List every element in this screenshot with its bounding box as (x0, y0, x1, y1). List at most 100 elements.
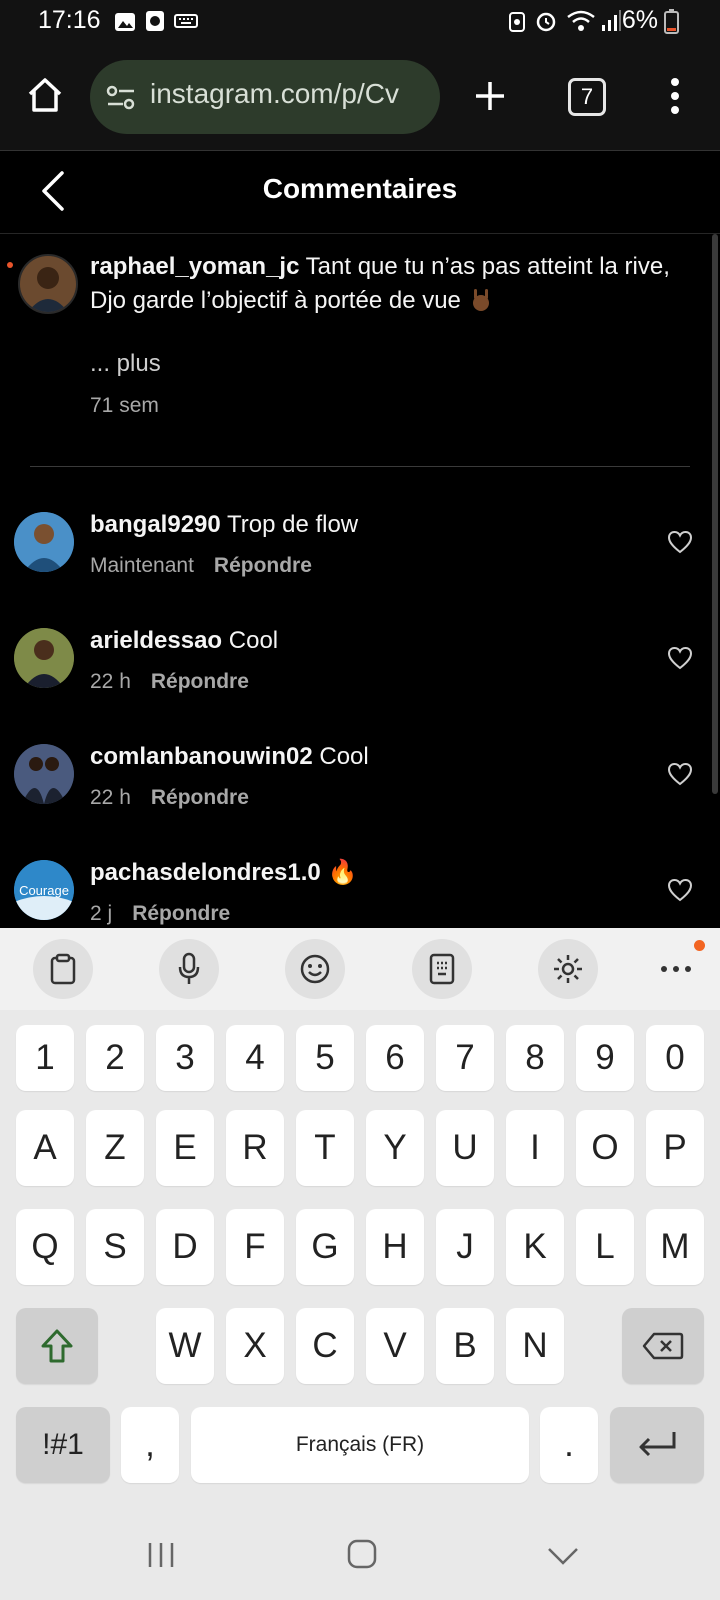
key-6[interactable]: 6 (366, 1025, 424, 1091)
key-l[interactable]: L (576, 1209, 634, 1285)
key-g[interactable]: G (296, 1209, 354, 1285)
key-3[interactable]: 3 (156, 1025, 214, 1091)
comment-text: Trop de flow (226, 511, 359, 538)
status-time: 17:16 (38, 6, 101, 34)
key-q[interactable]: Q (16, 1209, 74, 1285)
comment-avatar[interactable] (14, 512, 74, 572)
keyboard: 1 2 3 4 5 6 7 8 9 0 A Z E R T Y U I O P … (0, 928, 720, 1600)
key-y[interactable]: Y (366, 1110, 424, 1186)
reply-button[interactable]: Répondre (151, 786, 249, 809)
caption-username[interactable]: raphael_yoman_jc (90, 253, 299, 280)
home-nav-icon[interactable] (346, 1538, 378, 1570)
profile-photo (20, 256, 76, 312)
shift-key[interactable] (16, 1308, 98, 1384)
address-bar[interactable]: instagram.com/p/Cv (90, 60, 440, 134)
backspace-key[interactable] (622, 1308, 704, 1384)
caption-avatar[interactable] (18, 254, 78, 314)
key-k[interactable]: K (506, 1209, 564, 1285)
profile-photo (14, 744, 74, 804)
symbols-key[interactable]: !#1 (16, 1407, 110, 1483)
comment-avatar[interactable]: Courage (14, 860, 74, 920)
clipboard-button[interactable] (33, 939, 93, 999)
comment-username[interactable]: arieldessao (90, 627, 222, 654)
key-8[interactable]: 8 (506, 1025, 564, 1091)
comment-meta: Maintenant Répondre (90, 554, 312, 578)
key-f[interactable]: F (226, 1209, 284, 1285)
key-s[interactable]: S (86, 1209, 144, 1285)
comment-username[interactable]: bangal9290 (90, 511, 221, 538)
scrollbar[interactable] (712, 234, 718, 794)
browser-toolbar: instagram.com/p/Cv 7 (0, 44, 720, 151)
site-settings-icon[interactable] (106, 84, 136, 112)
key-d[interactable]: D (156, 1209, 214, 1285)
keyboard-settings-button[interactable] (538, 939, 598, 999)
comment-time: 22 h (90, 786, 131, 809)
key-x[interactable]: X (226, 1308, 284, 1384)
voice-input-button[interactable] (159, 939, 219, 999)
comments-list[interactable]: raphael_yoman_jc Tant que tu n’as pas at… (0, 234, 720, 928)
more-tools-icon[interactable] (660, 964, 692, 974)
key-i[interactable]: I (506, 1110, 564, 1186)
comment-username[interactable]: pachasdelondres1.0 (90, 859, 321, 886)
heart-icon[interactable] (667, 878, 693, 902)
comment-avatar[interactable] (14, 744, 74, 804)
key-a[interactable]: A (16, 1110, 74, 1186)
comment-time: Maintenant (90, 554, 194, 577)
key-7[interactable]: 7 (436, 1025, 494, 1091)
key-t[interactable]: T (296, 1110, 354, 1186)
comment-username[interactable]: comlanbanouwin02 (90, 743, 313, 770)
key-j[interactable]: J (436, 1209, 494, 1285)
hide-keyboard-icon[interactable] (546, 1546, 580, 1566)
comment-time: 22 h (90, 670, 131, 693)
key-v[interactable]: V (366, 1308, 424, 1384)
heart-icon[interactable] (667, 762, 693, 786)
home-icon[interactable] (26, 76, 64, 114)
key-4[interactable]: 4 (226, 1025, 284, 1091)
enter-icon (639, 1432, 676, 1457)
new-tab-icon[interactable] (474, 80, 506, 112)
comment-item: Courage pachasdelondres1.0 🔥 2 j Répondre (0, 852, 720, 928)
key-u[interactable]: U (436, 1110, 494, 1186)
status-bar: 17:16 6% (0, 0, 720, 44)
tab-switcher-button[interactable]: 7 (568, 78, 606, 116)
key-9[interactable]: 9 (576, 1025, 634, 1091)
key-h[interactable]: H (366, 1209, 424, 1285)
key-c[interactable]: C (296, 1308, 354, 1384)
letter-row-3: W X C V B N (0, 1308, 720, 1388)
key-n[interactable]: N (506, 1308, 564, 1384)
key-o[interactable]: O (576, 1110, 634, 1186)
reply-button[interactable]: Répondre (214, 554, 312, 577)
comma-key[interactable]: , (121, 1407, 179, 1483)
reply-button[interactable]: Répondre (151, 670, 249, 693)
letter-row-1: A Z E R T Y U I O P (0, 1110, 720, 1190)
wifi-icon (567, 10, 595, 31)
key-0[interactable]: 0 (646, 1025, 704, 1091)
comment-text: 🔥 (327, 859, 358, 886)
key-z[interactable]: Z (86, 1110, 144, 1186)
heart-icon[interactable] (667, 530, 693, 554)
key-5[interactable]: 5 (296, 1025, 354, 1091)
comment-avatar[interactable] (14, 628, 74, 688)
reply-button[interactable]: Répondre (132, 902, 230, 925)
more-options-icon[interactable] (664, 76, 686, 116)
caption-more-link[interactable]: ... plus (90, 350, 161, 378)
key-p[interactable]: P (646, 1110, 704, 1186)
key-2[interactable]: 2 (86, 1025, 144, 1091)
comment-body: comlanbanouwin02 Cool (90, 740, 369, 774)
enter-key[interactable] (610, 1407, 704, 1483)
comment-body: pachasdelondres1.0 🔥 (90, 856, 357, 890)
period-key[interactable]: . (540, 1407, 598, 1483)
profile-photo: Courage (14, 860, 74, 920)
heart-icon[interactable] (667, 646, 693, 670)
comment-text: Cool (319, 743, 369, 770)
key-r[interactable]: R (226, 1110, 284, 1186)
key-w[interactable]: W (156, 1308, 214, 1384)
space-key[interactable]: Français (FR) (191, 1407, 529, 1483)
recent-apps-icon[interactable] (146, 1540, 176, 1570)
keyboard-mode-button[interactable] (412, 939, 472, 999)
emoji-button[interactable] (285, 939, 345, 999)
key-1[interactable]: 1 (16, 1025, 74, 1091)
key-e[interactable]: E (156, 1110, 214, 1186)
key-b[interactable]: B (436, 1308, 494, 1384)
key-m[interactable]: M (646, 1209, 704, 1285)
